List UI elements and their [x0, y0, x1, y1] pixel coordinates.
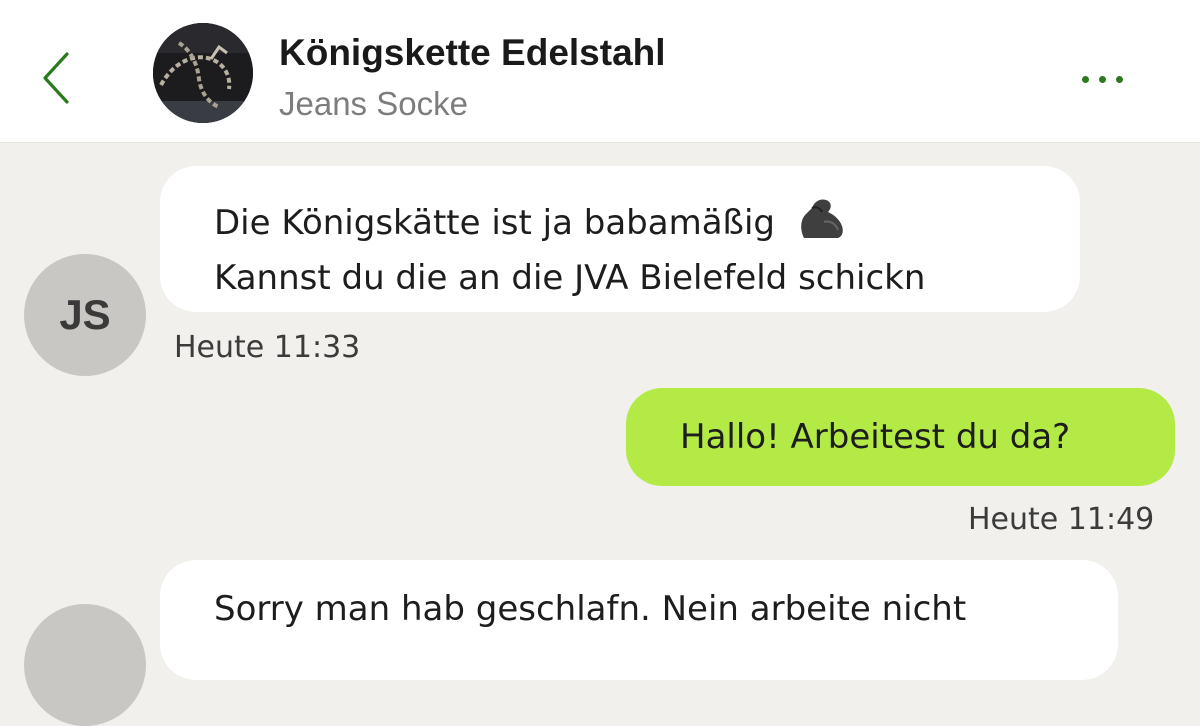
- message-line: Hallo! Arbeitest du da?: [680, 417, 1071, 457]
- chat-title[interactable]: Königskette Edelstahl: [279, 32, 666, 74]
- message-line: Sorry man hab geschlafn. Nein arbeite ni…: [214, 589, 967, 629]
- dot: [1081, 75, 1089, 83]
- product-thumbnail[interactable]: [153, 23, 253, 123]
- back-button[interactable]: [26, 42, 86, 114]
- chat-header: Königskette Edelstahl Jeans Socke: [0, 0, 1200, 143]
- incoming-message[interactable]: Sorry man hab geschlafn. Nein arbeite ni…: [160, 560, 1118, 680]
- dot: [1115, 75, 1123, 83]
- outgoing-message[interactable]: Hallo! Arbeitest du da?: [626, 388, 1175, 486]
- chevron-left-icon: [43, 52, 69, 104]
- more-options-button[interactable]: [1064, 60, 1140, 98]
- avatar[interactable]: JS: [24, 254, 146, 376]
- chat-subtitle: Jeans Socke: [279, 85, 468, 122]
- flexed-biceps-icon: [796, 194, 848, 255]
- message-line: Die Königskätte ist ja babamäßig: [214, 194, 1080, 255]
- incoming-message[interactable]: Die Königskätte ist ja babamäßig Kannst …: [160, 166, 1080, 312]
- dot: [1098, 75, 1106, 83]
- message-timestamp: Heute 11:49: [968, 502, 1155, 537]
- message-line: Kannst du die an die JVA Bielefeld schic…: [214, 258, 926, 298]
- message-timestamp: Heute 11:33: [174, 330, 361, 365]
- chain-necklace-image: [153, 23, 253, 123]
- avatar[interactable]: [24, 604, 146, 726]
